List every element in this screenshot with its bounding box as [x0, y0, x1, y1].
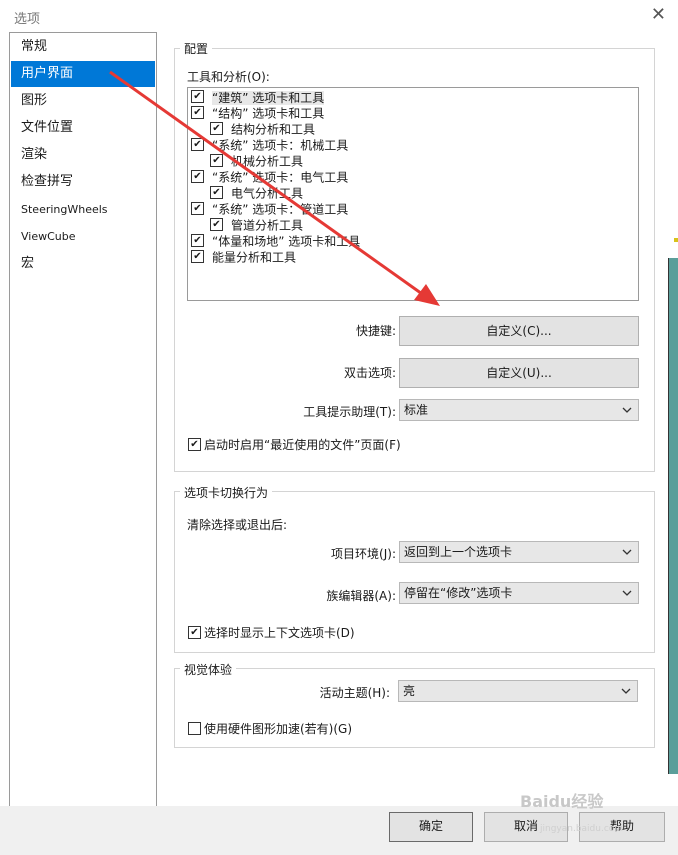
doubleclick-label: 双击选项: [343, 366, 396, 380]
chevron-down-icon [622, 407, 632, 413]
ok-button[interactable]: 确定 [389, 812, 473, 842]
checkbox-icon[interactable]: ✔ [191, 250, 204, 263]
checkbox-icon[interactable]: ✔ [188, 626, 201, 639]
tree-item-systems-mechanical[interactable]: ✔ “系统” 选项卡：机械工具 [191, 137, 348, 153]
checkbox-icon[interactable]: ✔ [191, 138, 204, 151]
checkbox-icon[interactable]: ✔ [191, 106, 204, 119]
checkbox-icon[interactable]: ✔ [210, 122, 223, 135]
tree-item-piping-analysis[interactable]: ✔ 管道分析工具 [210, 217, 303, 233]
checkbox-icon[interactable]: ✔ [210, 186, 223, 199]
checkbox-icon[interactable] [188, 722, 201, 735]
active-theme-value: 亮 [403, 684, 416, 698]
tree-item-massing-site[interactable]: ✔ “体量和场地” 选项卡和工具 [191, 233, 360, 249]
tools-analysis-tree: ✔ “建筑” 选项卡和工具 ✔ “结构” 选项卡和工具 ✔ 结构分析和工具 ✔ “系统”… [187, 87, 639, 301]
sidebar-item-spelling[interactable]: 检查拼写 [11, 169, 155, 195]
tree-item-structure[interactable]: ✔ “结构” 选项卡和工具 [191, 105, 324, 121]
tree-item-systems-electrical[interactable]: ✔ “系统” 选项卡：电气工具 [191, 169, 348, 185]
contextual-tab-label: 选择时显示上下文选项卡(D) [204, 626, 355, 640]
config-group-label: 配置 [180, 40, 213, 57]
project-environment-value: 返回到上一个选项卡 [404, 545, 513, 559]
chevron-down-icon [621, 688, 631, 694]
checkbox-icon[interactable]: ✔ [191, 90, 204, 103]
chevron-down-icon [622, 549, 632, 555]
checkbox-icon[interactable]: ✔ [210, 218, 223, 231]
clear-selection-label: 清除选择或退出后: [187, 518, 288, 532]
family-editor-value: 停留在“修改”选项卡 [404, 586, 513, 600]
checkbox-icon[interactable]: ✔ [191, 234, 204, 247]
active-theme-select[interactable]: 亮 [398, 680, 638, 702]
tree-item-architecture[interactable]: ✔ “建筑” 选项卡和工具 [191, 89, 325, 105]
tooltip-assistance-label: 工具提示助理(T): [303, 405, 396, 419]
contextual-tab-option[interactable]: ✔ 选择时显示上下文选项卡(D) [188, 624, 355, 641]
visual-experience-group-label: 视觉体验 [180, 661, 237, 678]
close-icon[interactable]: ✕ [651, 4, 666, 25]
shortcut-customize-button[interactable]: 自定义(C)... [399, 316, 639, 346]
project-environment-label: 项目环境(J): [331, 547, 396, 561]
window-title: 选项 [14, 12, 41, 27]
hardware-acceleration-option[interactable]: 使用硬件图形加速(若有)(G) [188, 720, 352, 737]
watermark-logo: Baidu经验 [520, 792, 604, 811]
checkbox-icon[interactable]: ✔ [188, 438, 201, 451]
sidebar-item-steeringwheels[interactable]: SteeringWheels [11, 197, 155, 223]
doubleclick-customize-button[interactable]: 自定义(U)... [399, 358, 639, 388]
sidebar-item-viewcube[interactable]: ViewCube [11, 224, 155, 250]
options-sidebar: 常规 用户界面 图形 文件位置 渲染 检查拼写 SteeringWheels V… [9, 32, 157, 807]
background-window-edge [668, 258, 678, 774]
checkbox-icon[interactable]: ✔ [191, 202, 204, 215]
family-editor-select[interactable]: 停留在“修改”选项卡 [399, 582, 639, 604]
checkbox-icon[interactable]: ✔ [210, 154, 223, 167]
tooltip-assistance-select[interactable]: 标准 [399, 399, 639, 421]
recent-files-label: 启动时启用“最近使用的文件”页面(F) [204, 438, 401, 452]
active-theme-label: 活动主题(H): [319, 686, 390, 700]
recent-files-option[interactable]: ✔ 启动时启用“最近使用的文件”页面(F) [188, 436, 401, 453]
hardware-acceleration-label: 使用硬件图形加速(若有)(G) [204, 722, 353, 736]
sidebar-item-rendering[interactable]: 渲染 [11, 142, 155, 168]
tree-item-mechanical-analysis[interactable]: ✔ 机械分析工具 [210, 153, 303, 169]
sidebar-item-file-locations[interactable]: 文件位置 [11, 115, 155, 141]
project-environment-select[interactable]: 返回到上一个选项卡 [399, 541, 639, 563]
tooltip-assistance-value: 标准 [404, 403, 429, 417]
background-window-edge-marker [674, 238, 678, 242]
sidebar-item-general[interactable]: 常规 [11, 34, 155, 60]
checkbox-icon[interactable]: ✔ [191, 170, 204, 183]
family-editor-label: 族编辑器(A): [326, 589, 396, 603]
tree-item-electrical-analysis[interactable]: ✔ 电气分析工具 [210, 185, 303, 201]
watermark-url: jingyan.baidu.com [540, 824, 624, 834]
tools-analysis-label: 工具和分析(O): [187, 70, 270, 84]
sidebar-item-user-interface[interactable]: 用户界面 [11, 61, 155, 87]
tab-switch-group-label: 选项卡切换行为 [180, 484, 273, 501]
sidebar-item-graphics[interactable]: 图形 [11, 88, 155, 114]
sidebar-item-macros[interactable]: 宏 [11, 251, 155, 277]
title-bar: 选项 ✕ [0, 0, 678, 32]
shortcut-label: 快捷键: [355, 324, 396, 338]
tree-item-structural-analysis[interactable]: ✔ 结构分析和工具 [210, 121, 315, 137]
tree-item-energy-analysis[interactable]: ✔ 能量分析和工具 [191, 249, 296, 265]
chevron-down-icon [622, 590, 632, 596]
tree-item-systems-piping[interactable]: ✔ “系统” 选项卡：管道工具 [191, 201, 348, 217]
